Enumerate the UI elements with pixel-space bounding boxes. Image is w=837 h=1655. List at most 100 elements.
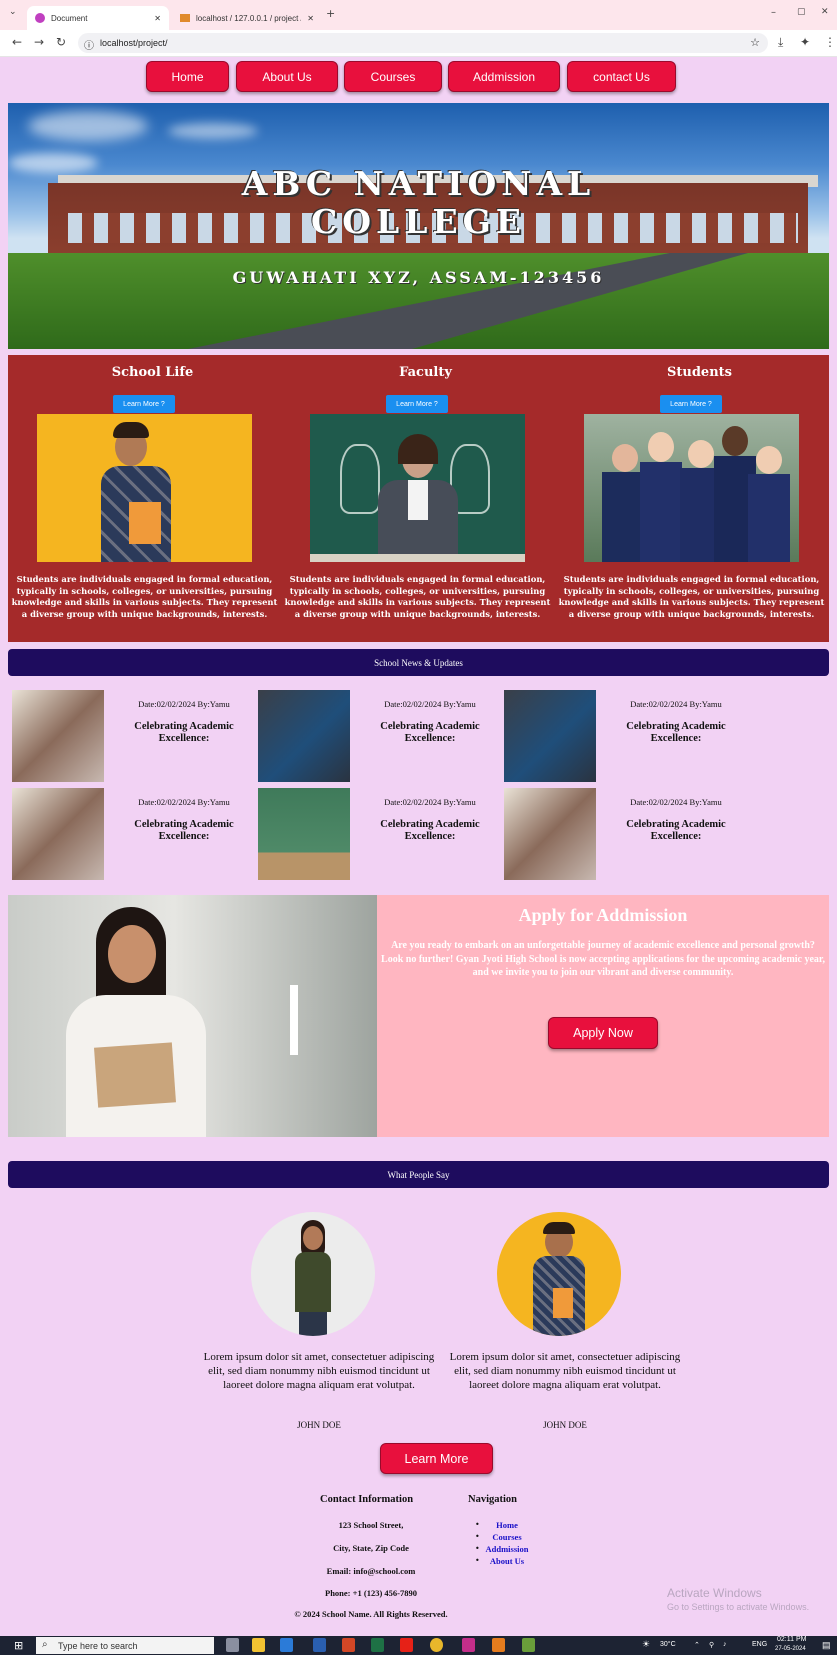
admission-panel: Apply for Addmission Are you ready to em… <box>377 895 829 1137</box>
news-title[interactable]: Celebrating Academic Excellence: <box>611 819 741 843</box>
address-bar-row: ← → ↻ ⓘ localhost/project/ ☆ ⤓ ✦ ⋮ <box>0 30 837 57</box>
contact-email: Email: info@school.com <box>326 1566 416 1576</box>
news-heading-banner: School News & Updates <box>8 649 829 676</box>
hero-title-line1: ABC NATIONAL <box>241 164 596 203</box>
learn-more-button[interactable]: Learn More <box>380 1443 493 1474</box>
footer-link-home[interactable]: Home <box>467 1520 547 1530</box>
nav-admission-button[interactable]: Addmission <box>448 61 560 92</box>
testimonial-quote: Lorem ipsum dolor sit amet, consectetuer… <box>203 1351 435 1391</box>
news-thumbnail[interactable] <box>12 788 104 880</box>
admission-description: Are you ready to embark on an unforgetta… <box>381 940 825 978</box>
network-icon[interactable]: ⚲ <box>709 1641 714 1649</box>
excel-icon[interactable] <box>371 1638 384 1652</box>
admission-student-image <box>8 895 377 1137</box>
taskbar-search-input[interactable]: ⌕ Type here to search <box>36 1637 214 1654</box>
feature-title: School Life <box>111 365 194 380</box>
minimize-button[interactable]: – <box>771 7 776 18</box>
notification-icon[interactable]: ▤ <box>822 1640 831 1651</box>
tab-search-icon[interactable]: ⌄ <box>9 7 17 17</box>
volume-icon[interactable]: ♪ <box>723 1641 727 1648</box>
close-tab-icon[interactable]: ✕ <box>307 14 314 23</box>
mail-icon[interactable] <box>280 1638 293 1652</box>
news-title[interactable]: Celebrating Academic Excellence: <box>119 721 249 745</box>
youtube-icon[interactable] <box>400 1638 413 1652</box>
hero-banner: ABC NATIONAL COLLEGE GUWAHATI XYZ, ASSAM… <box>8 103 829 349</box>
news-title[interactable]: Celebrating Academic Excellence: <box>119 819 249 843</box>
news-thumbnail[interactable] <box>12 690 104 782</box>
apply-now-button[interactable]: Apply Now <box>548 1017 658 1049</box>
file-explorer-icon[interactable] <box>252 1638 265 1652</box>
news-title[interactable]: Celebrating Academic Excellence: <box>365 721 495 745</box>
testimonials-heading-banner: What People Say <box>8 1161 829 1188</box>
site-info-icon[interactable]: ⓘ <box>84 37 94 52</box>
reload-icon[interactable]: ↻ <box>56 35 66 49</box>
hero-title: ABC NATIONAL COLLEGE <box>8 165 829 241</box>
footer-nav-title: Navigation <box>468 1494 518 1505</box>
news-thumbnail[interactable] <box>504 788 596 880</box>
news-date: Date:02/02/2024 By:Yamu <box>138 797 230 807</box>
nav-about-button[interactable]: About Us <box>236 61 338 92</box>
footer-link-about[interactable]: About Us <box>467 1556 547 1566</box>
forward-icon[interactable]: → <box>34 35 44 49</box>
xampp-icon[interactable] <box>492 1638 505 1652</box>
news-thumbnail[interactable] <box>504 690 596 782</box>
menu-icon[interactable]: ⋮ <box>824 35 836 49</box>
language-indicator[interactable]: ENG <box>752 1641 767 1648</box>
hero-address: GUWAHATI XYZ, ASSAM-123456 <box>232 268 605 287</box>
learn-more-button[interactable]: Learn More ? <box>660 395 722 413</box>
contact-info-title: Contact Information <box>320 1494 414 1505</box>
clock-time[interactable]: 02:11 PM <box>777 1636 806 1643</box>
favicon-icon <box>180 14 190 22</box>
back-icon[interactable]: ← <box>12 35 22 49</box>
activate-windows-title: Activate Windows <box>667 1586 762 1600</box>
footer-link-courses[interactable]: Courses <box>467 1532 547 1542</box>
news-thumbnail[interactable] <box>258 788 350 880</box>
tab-title: localhost / 127.0.0.1 / project / <box>196 13 302 23</box>
feature-title: Faculty <box>399 365 452 380</box>
word-icon[interactable] <box>313 1638 326 1652</box>
learn-more-button[interactable]: Learn More ? <box>113 395 175 413</box>
contact-address-line: 123 School Street, <box>338 1520 404 1530</box>
task-view-icon[interactable] <box>226 1638 239 1652</box>
news-thumbnail[interactable] <box>258 690 350 782</box>
admission-title: Apply for Addmission <box>518 905 688 925</box>
features-section: School Life Learn More ? Students are in… <box>8 355 829 642</box>
close-window-button[interactable]: ✕ <box>821 7 829 17</box>
star-icon[interactable]: ☆ <box>750 36 760 49</box>
faculty-image <box>310 414 525 562</box>
learn-more-button[interactable]: Learn More ? <box>386 395 448 413</box>
new-tab-button[interactable]: + <box>326 7 335 20</box>
news-title[interactable]: Celebrating Academic Excellence: <box>365 819 495 843</box>
extension-icon[interactable]: ✦ <box>800 35 810 49</box>
feature-title: Students <box>667 365 732 380</box>
testimonial-quote: Lorem ipsum dolor sit amet, consectetuer… <box>449 1351 681 1391</box>
address-input[interactable]: ⓘ localhost/project/ ☆ <box>78 33 768 53</box>
news-date: Date:02/02/2024 By:Yamu <box>138 699 230 709</box>
clock-date[interactable]: 27-05-2024 <box>775 1646 806 1652</box>
cloud-shape <box>168 123 258 139</box>
close-tab-icon[interactable]: ✕ <box>154 14 161 23</box>
download-icon[interactable]: ⤓ <box>778 35 783 50</box>
search-icon: ⌕ <box>42 1639 48 1650</box>
app-icon[interactable] <box>522 1638 535 1652</box>
url-text: localhost/project/ <box>100 38 168 48</box>
windows-start-icon[interactable]: ⊞ <box>14 1639 23 1652</box>
nav-courses-button[interactable]: Courses <box>344 61 442 92</box>
chrome-icon[interactable] <box>430 1638 443 1652</box>
tray-chevron-icon[interactable]: ⌃ <box>694 1641 700 1649</box>
tab-phpmyadmin[interactable]: localhost / 127.0.0.1 / project / ✕ <box>172 6 322 30</box>
browser-app-icon[interactable] <box>462 1638 475 1652</box>
nav-home-button[interactable]: Home <box>146 61 229 92</box>
weather-icon[interactable]: ☀ <box>642 1639 650 1650</box>
footer-link-admission[interactable]: Addmission <box>467 1544 547 1554</box>
nav-contact-button[interactable]: contact Us <box>567 61 676 92</box>
news-date: Date:02/02/2024 By:Yamu <box>630 797 722 807</box>
tab-title: Document <box>51 13 88 23</box>
maximize-button[interactable]: ▢ <box>797 7 806 17</box>
tab-document[interactable]: Document ✕ <box>27 6 169 30</box>
students-image <box>584 414 799 562</box>
news-title[interactable]: Celebrating Academic Excellence: <box>611 721 741 745</box>
powerpoint-icon[interactable] <box>342 1638 355 1652</box>
search-placeholder: Type here to search <box>58 1640 138 1651</box>
feature-description: Students are individuals engaged in form… <box>558 574 825 619</box>
